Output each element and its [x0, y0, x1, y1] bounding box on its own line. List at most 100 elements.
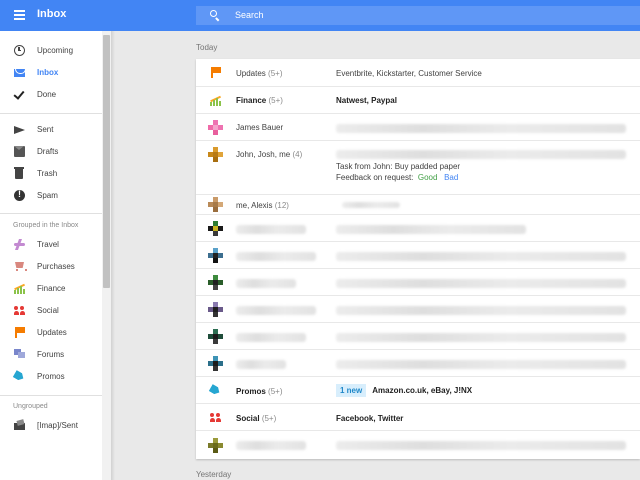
redacted-text: [336, 150, 626, 159]
sidebar-scrollbar[interactable]: [102, 31, 111, 480]
bundle-row-social[interactable]: Social (5+) Facebook, Twitter: [196, 404, 640, 431]
redacted-text: [336, 124, 626, 133]
search-bar[interactable]: Search: [196, 6, 640, 25]
app-title: Inbox: [37, 8, 67, 20]
sidebar-item-social[interactable]: Social: [0, 300, 102, 322]
finance-icon: [210, 95, 221, 106]
hamburger-menu-icon[interactable]: [14, 10, 25, 20]
redacted-text: [236, 441, 306, 450]
drafts-icon: [14, 146, 25, 157]
send-icon: [14, 124, 25, 135]
sidebar-item-spam[interactable]: Spam: [0, 185, 102, 207]
message-row[interactable]: [196, 323, 640, 350]
sidebar-item-label: Trash: [37, 169, 58, 178]
bundle-row-updates[interactable]: Updates (5+) Eventbrite, Kickstarter, Cu…: [196, 59, 640, 87]
message-row[interactable]: [196, 350, 640, 377]
avatar: [208, 275, 223, 290]
avatar: [208, 438, 223, 453]
message-row[interactable]: [196, 215, 640, 242]
sidebar-item-finance[interactable]: Finance: [0, 278, 102, 300]
redacted-text: [236, 360, 286, 369]
scrollbar-thumb[interactable]: [103, 35, 110, 288]
bundle-summary: Natwest, Paypal: [336, 96, 397, 105]
message-row[interactable]: John, Josh, me (4) Task from John: Buy p…: [196, 141, 640, 195]
new-badge: 1 new: [336, 384, 367, 397]
sidebar-item-label: Finance: [37, 284, 66, 293]
sender: John, Josh, me (4): [236, 150, 303, 159]
sidebar-item-drafts[interactable]: Drafts: [0, 141, 102, 163]
redacted-text: [336, 306, 626, 315]
sidebar-item-promos[interactable]: Promos: [0, 366, 102, 388]
bad-link[interactable]: Bad: [444, 173, 458, 182]
sender: James Bauer: [236, 123, 284, 132]
redacted-text: [236, 279, 296, 288]
ungrouped-section-label: Ungrouped: [13, 403, 48, 410]
sidebar-item-travel[interactable]: Travel: [0, 234, 102, 256]
sidebar-item-label: [Imap]/Sent: [37, 421, 78, 430]
message-row[interactable]: James Bauer: [196, 114, 640, 141]
sidebar-item-forums[interactable]: Forums: [0, 344, 102, 366]
sender: me, Alexis (12): [236, 201, 289, 210]
divider: [0, 113, 102, 114]
flag-icon: [210, 67, 221, 78]
avatar: [208, 329, 223, 344]
redacted-text: [336, 279, 626, 288]
sidebar-item-done[interactable]: Done: [0, 84, 102, 106]
sidebar-item-label: Forums: [37, 350, 65, 359]
sidebar-item-label: Sent: [37, 125, 54, 134]
message-row[interactable]: [196, 242, 640, 269]
sidebar-item-label: Purchases: [37, 262, 75, 271]
sidebar-item-sent[interactable]: Sent: [0, 119, 102, 141]
tag-icon: [210, 385, 221, 396]
bundle-summary: Facebook, Twitter: [336, 414, 404, 423]
message-row[interactable]: [196, 296, 640, 323]
message-row[interactable]: [196, 431, 640, 459]
clock-icon: [14, 45, 25, 56]
redacted-text: [336, 360, 626, 369]
sidebar-item-label: Done: [37, 90, 57, 99]
trash-icon: [14, 167, 24, 179]
sidebar-item-inbox[interactable]: Inbox: [0, 62, 102, 84]
bundle-row-promos[interactable]: Promos (5+) 1 new Amazon.co.uk, eBay, J!N…: [196, 377, 640, 404]
avatar: [208, 147, 223, 162]
sidebar-item-upcoming[interactable]: Upcoming: [0, 40, 102, 62]
feedback-prompt: Feedback on request: Good Bad: [336, 173, 459, 182]
grouped-section-label: Grouped in the Inbox: [13, 222, 79, 229]
redacted-text: [342, 202, 400, 208]
sidebar-item-label: Spam: [37, 191, 58, 200]
travel-icon: [14, 239, 25, 250]
social-icon: [14, 305, 25, 316]
bundle-row-finance[interactable]: Finance (5+) Natwest, Paypal: [196, 87, 640, 114]
redacted-text: [236, 306, 316, 315]
search-input[interactable]: Search: [235, 10, 264, 20]
sidebar-item-label: Inbox: [37, 68, 59, 77]
forums-icon: [14, 349, 25, 360]
sidebar-item-imap-sent[interactable]: [Imap]/Sent: [0, 415, 102, 437]
avatar: [208, 221, 223, 236]
redacted-text: [236, 333, 306, 342]
sidebar-item-label: Updates: [37, 328, 67, 337]
avatar: [208, 302, 223, 317]
search-icon[interactable]: [210, 10, 221, 22]
sidebar: Upcoming Inbox Done Sent Drafts Trash Sp…: [0, 31, 111, 480]
sidebar-item-label: Travel: [37, 240, 59, 249]
redacted-text: [336, 333, 626, 342]
message-row[interactable]: [196, 269, 640, 296]
sidebar-item-label: Social: [37, 306, 59, 315]
section-header-today: Today: [196, 43, 218, 52]
sidebar-item-label: Promos: [37, 372, 65, 381]
social-icon: [210, 412, 221, 423]
sidebar-item-trash[interactable]: Trash: [0, 163, 102, 185]
redacted-text: [336, 441, 626, 450]
bundle-summary: 1 new Amazon.co.uk, eBay, J!NX: [336, 384, 472, 397]
sidebar-item-updates[interactable]: Updates: [0, 322, 102, 344]
sidebar-item-purchases[interactable]: Purchases: [0, 256, 102, 278]
redacted-text: [336, 225, 526, 234]
message-row[interactable]: me, Alexis (12): [196, 195, 640, 215]
sender: Finance (5+): [236, 96, 283, 105]
section-header-yesterday: Yesterday: [196, 470, 232, 479]
good-link[interactable]: Good: [418, 173, 438, 182]
avatar: [208, 248, 223, 263]
divider: [0, 213, 102, 214]
redacted-text: [236, 225, 306, 234]
